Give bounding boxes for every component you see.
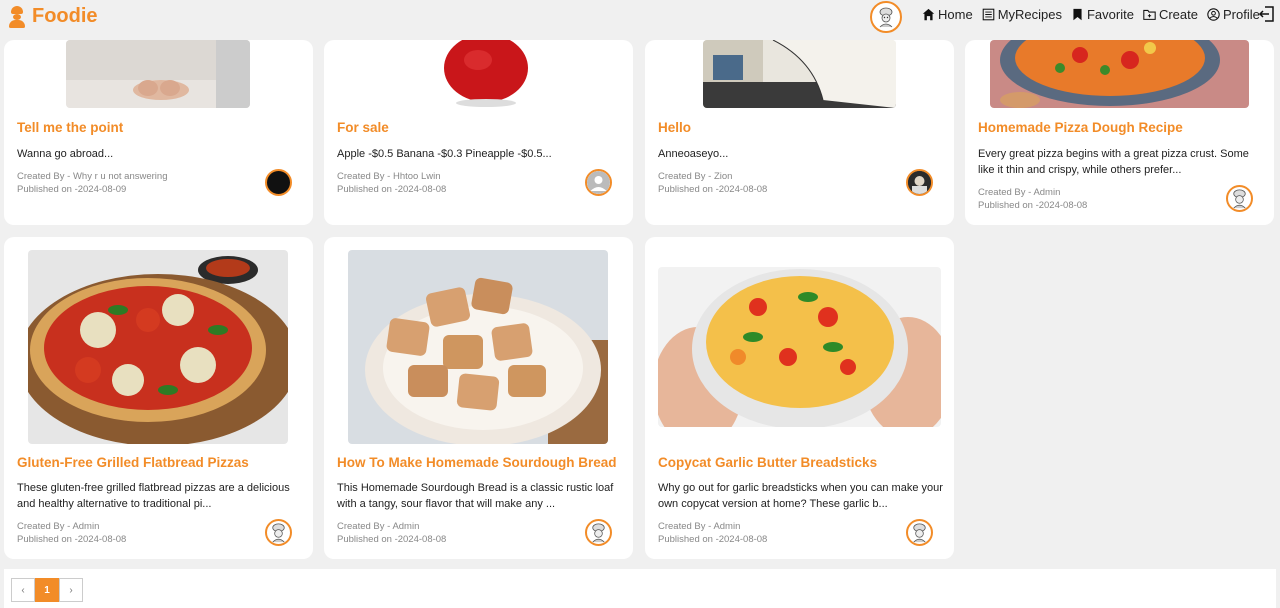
list-icon	[982, 8, 994, 21]
recipe-image	[386, 40, 570, 108]
recipe-published-date: Published on -2024-08-08	[17, 534, 127, 545]
pagination: ‹ 1 ›	[11, 578, 83, 602]
recipe-title[interactable]: How To Make Homemade Sourdough Bread	[337, 455, 617, 470]
recipe-card[interactable]: Homemade Pizza Dough Recipe Every great …	[965, 40, 1274, 225]
recipe-image	[658, 267, 941, 427]
top-navbar: Foodie Home MyRecipes Favorite Create Pr…	[0, 0, 1280, 34]
author-avatar[interactable]	[906, 519, 933, 546]
chef-avatar-icon	[875, 6, 897, 28]
recipe-title[interactable]: Gluten-Free Grilled Flatbread Pizzas	[17, 455, 249, 470]
recipe-title[interactable]: Tell me the point	[17, 120, 123, 135]
recipe-description: Why go out for garlic breadsticks when y…	[658, 482, 943, 510]
recipe-description: This Homemade Sourdough Bread is a class…	[337, 482, 614, 510]
recipe-published-date: Published on -2024-08-08	[658, 184, 768, 195]
recipe-created-by: Created By - Zion	[658, 171, 733, 182]
prev-page-button[interactable]: ‹	[11, 578, 35, 602]
recipe-description: Apple -$0.5 Banana -$0.3 Pineapple -$0.5…	[337, 148, 552, 160]
recipe-created-by: Created By - Why r u not answering	[17, 171, 168, 182]
bookmark-icon	[1073, 8, 1082, 21]
nav-create[interactable]: Create	[1143, 7, 1198, 22]
chef-avatar-icon	[1233, 189, 1246, 209]
brand-name: Foodie	[32, 5, 98, 27]
recipe-title[interactable]: Copycat Garlic Butter Breadsticks	[658, 455, 877, 470]
recipe-created-by: Created By - Hhtoo Lwin	[337, 171, 441, 182]
nav-create-label: Create	[1158, 7, 1198, 22]
nav-home-label: Home	[938, 7, 973, 22]
recipe-image	[703, 40, 896, 108]
default-user-icon	[587, 171, 610, 194]
page-button-current[interactable]: 1	[35, 578, 59, 602]
recipe-title[interactable]: For sale	[337, 120, 389, 135]
author-avatar[interactable]	[265, 169, 292, 196]
recipe-image	[28, 250, 288, 444]
author-avatar[interactable]	[585, 169, 612, 196]
recipe-card[interactable]: Copycat Garlic Butter Breadsticks Why go…	[645, 237, 954, 559]
recipe-card[interactable]: Gluten-Free Grilled Flatbread Pizzas The…	[4, 237, 313, 559]
recipe-published-date: Published on -2024-08-08	[658, 534, 768, 545]
nav-myrecipes-label: MyRecipes	[997, 7, 1062, 22]
photo-avatar-icon	[908, 171, 931, 194]
recipe-image	[348, 250, 608, 444]
nav-profile-label: Profile	[1222, 7, 1260, 22]
recipe-card[interactable]: For sale Apple -$0.5 Banana -$0.3 Pineap…	[324, 40, 633, 225]
pagination-bar	[4, 569, 1276, 608]
recipe-card[interactable]: Tell me the point Wanna go abroad... Cre…	[4, 40, 313, 225]
nav-favorite[interactable]: Favorite	[1071, 7, 1134, 22]
nav-myrecipes[interactable]: MyRecipes	[982, 7, 1062, 22]
recipe-title[interactable]: Hello	[658, 120, 691, 135]
chef-avatar-icon	[913, 523, 926, 543]
brand-logo[interactable]: Foodie	[8, 5, 98, 28]
recipe-card[interactable]: How To Make Homemade Sourdough Bread Thi…	[324, 237, 633, 559]
nav-favorite-label: Favorite	[1086, 7, 1134, 22]
recipe-image	[66, 40, 250, 108]
recipe-description: Anneoaseyo...	[658, 148, 729, 160]
recipe-created-by: Created By - Admin	[978, 187, 1061, 198]
recipe-published-date: Published on -2024-08-08	[978, 200, 1088, 211]
recipe-created-by: Created By - Admin	[337, 521, 420, 532]
recipe-published-date: Published on -2024-08-09	[17, 184, 127, 195]
author-avatar[interactable]	[265, 519, 292, 546]
next-page-button[interactable]: ›	[59, 578, 83, 602]
chef-avatar-icon	[272, 523, 285, 543]
recipe-published-date: Published on -2024-08-08	[337, 184, 447, 195]
recipe-description: Wanna go abroad...	[17, 148, 114, 160]
recipe-published-date: Published on -2024-08-08	[337, 534, 447, 545]
recipe-title[interactable]: Homemade Pizza Dough Recipe	[978, 120, 1183, 135]
recipe-created-by: Created By - Admin	[658, 521, 741, 532]
chef-avatar-icon	[592, 523, 605, 543]
home-icon	[922, 8, 935, 21]
recipe-description: These gluten-free grilled flatbread pizz…	[17, 482, 290, 510]
chef-icon	[8, 5, 26, 28]
logout-icon[interactable]	[1258, 5, 1276, 23]
author-avatar[interactable]	[585, 519, 612, 546]
recipe-image	[990, 40, 1249, 108]
nav-profile[interactable]: Profile	[1207, 7, 1260, 22]
user-circle-icon	[1207, 8, 1220, 21]
author-avatar[interactable]	[1226, 185, 1253, 212]
recipe-description: Every great pizza begins with a great pi…	[978, 148, 1249, 176]
author-avatar[interactable]	[906, 169, 933, 196]
recipe-created-by: Created By - Admin	[17, 521, 100, 532]
folder-plus-icon	[1143, 9, 1156, 20]
user-avatar[interactable]	[870, 1, 902, 33]
nav-home[interactable]: Home	[922, 7, 973, 22]
main-nav: Home MyRecipes Favorite Create Profile	[922, 7, 1260, 22]
recipe-card[interactable]: Hello Anneoaseyo... Created By - Zion Pu…	[645, 40, 954, 225]
